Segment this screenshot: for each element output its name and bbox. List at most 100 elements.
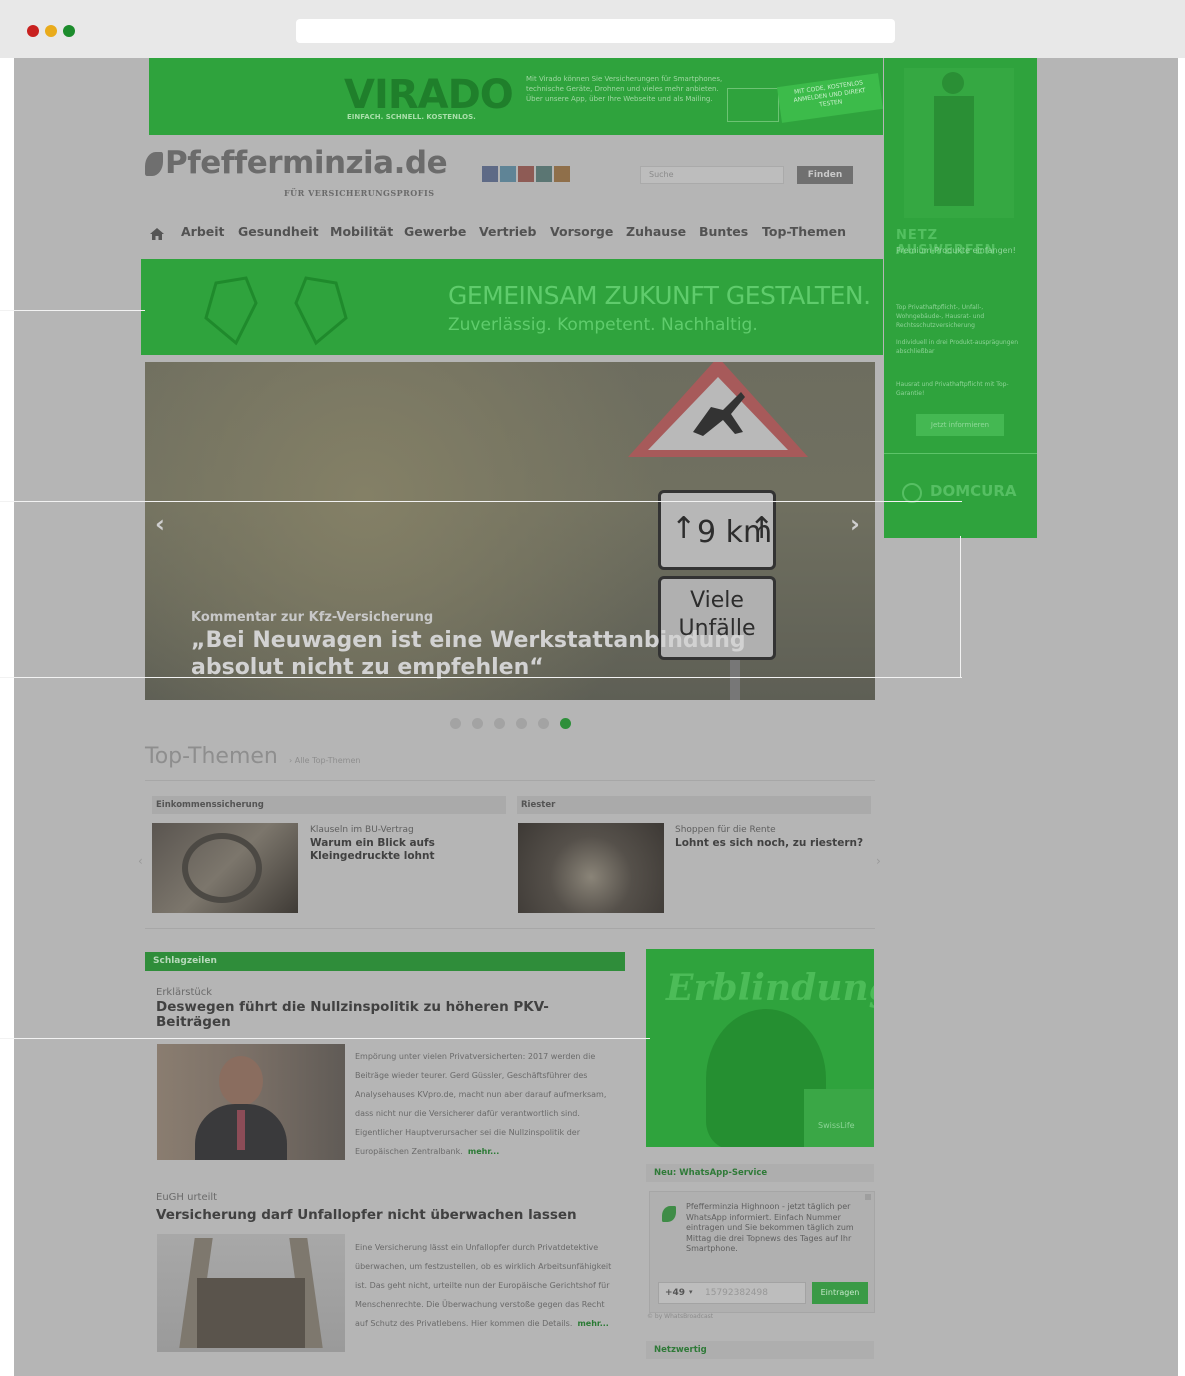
swisslife-logo: SwissLife <box>818 1121 855 1130</box>
topic-category-1[interactable]: Einkommenssicherung <box>152 796 506 814</box>
article-more-1[interactable]: mehr... <box>468 1147 499 1156</box>
annotation-line-2 <box>0 501 962 502</box>
topic-title-2[interactable]: Lohnt es sich noch, zu riestern? <box>675 837 875 850</box>
nav-gewerbe[interactable]: Gewerbe <box>404 224 466 239</box>
slider-dot-4[interactable] <box>516 718 527 729</box>
address-bar[interactable] <box>296 19 895 43</box>
side-ad-line-2: Individuell in drei Produkt-ausprägungen… <box>896 339 1018 355</box>
close-icon[interactable] <box>865 1194 871 1200</box>
side-ad-line-3: Hausrat und Privathaftpflicht mit Top-Ga… <box>896 381 1009 397</box>
virado-text: Mit Virado können Sie Versicherungen für… <box>526 75 723 103</box>
nav-vorsorge[interactable]: Vorsorge <box>550 224 613 239</box>
close-window-button[interactable] <box>27 25 39 37</box>
netzwertig-title: Netzwertig <box>646 1341 874 1359</box>
hero-kicker: Kommentar zur Kfz-Versicherung <box>191 610 434 625</box>
top-themen-title: Top-Themen <box>145 744 278 769</box>
ad-photo <box>904 68 1014 218</box>
article-text-2-body: Eine Versicherung lässt ein Unfallopfer … <box>355 1243 612 1328</box>
browser-chrome <box>0 0 1185 58</box>
search-button[interactable]: Finden <box>797 166 853 184</box>
wide-ad-subtitle: Zuverlässig. Kompetent. Nachhaltig. <box>448 315 758 335</box>
article-image-1[interactable] <box>157 1044 345 1160</box>
up-arrow-left-icon: ↑ <box>671 511 697 546</box>
warning-sign-icon <box>628 362 808 457</box>
nav-mobilitaet[interactable]: Mobilität <box>330 224 393 239</box>
domcura-logo: DOMCURA <box>930 482 1017 500</box>
country-prefix[interactable]: +49 <box>665 1288 685 1298</box>
topic-title-1[interactable]: Warum ein Blick aufs Kleingedruckte lohn… <box>310 837 470 863</box>
hero-slider[interactable]: ↑ 9 km ↑ Viele Unfälle ‹ › Kommentar zur… <box>145 362 875 700</box>
whatsbroadcast-credit: © by WhatsBroadcast <box>647 1313 714 1320</box>
slider-dot-6-active[interactable] <box>560 718 571 729</box>
side-ad-line-1: Top Privathaftpflicht-, Unfall-, Wohngeb… <box>896 304 985 329</box>
side-skyscraper-ad[interactable]: NETZ AUSWERFEN Premium-Produkte einfange… <box>884 58 1037 538</box>
site-tagline: Für Versicherungsprofis <box>284 188 435 198</box>
slider-dot-5[interactable] <box>538 718 549 729</box>
whatsapp-text: Pfefferminzia Highnoon - jetzt täglich p… <box>686 1202 854 1253</box>
facebook-icon[interactable] <box>482 166 498 182</box>
topic-kicker-1: Klauseln im BU-Vertrag <box>310 825 414 835</box>
article-title-2[interactable]: Versicherung darf Unfallopfer nicht über… <box>156 1208 626 1223</box>
article-image-2[interactable] <box>157 1234 345 1352</box>
annotation-line-4 <box>0 677 962 678</box>
article-kicker-2: EuGH urteilt <box>156 1192 218 1203</box>
side-ad-button[interactable]: Jetzt informieren <box>916 414 1004 436</box>
chevron-down-icon[interactable]: ▾ <box>689 1288 693 1296</box>
up-arrow-right-icon: ↑ <box>749 511 775 546</box>
dimmed-page: VIRADO EINFACH. SCHNELL. KOSTENLOS. Mit … <box>14 58 1178 1376</box>
xing-icon[interactable] <box>536 166 552 182</box>
wide-ad-title: GEMEINSAM ZUKUNFT GESTALTEN. <box>448 281 871 310</box>
laptop-icon <box>727 88 779 122</box>
eintragen-button[interactable]: Eintragen <box>812 1282 868 1304</box>
slider-next-icon[interactable]: › <box>850 510 860 538</box>
googleplus-icon[interactable] <box>518 166 534 182</box>
distance-sign: ↑ 9 km ↑ <box>658 490 776 570</box>
domcura-icon <box>902 483 922 503</box>
annotation-line-1 <box>0 310 145 311</box>
hero-title[interactable]: „Bei Neuwagen ist eine Werkstattanbindun… <box>191 627 831 681</box>
slider-dot-1[interactable] <box>450 718 461 729</box>
wide-banner-ad[interactable]: GEMEINSAM ZUKUNFT GESTALTEN. Zuverlässig… <box>141 259 883 355</box>
top-themen-next-icon[interactable]: › <box>876 854 881 868</box>
topic-image-2[interactable] <box>518 823 664 913</box>
slider-dot-2[interactable] <box>472 718 483 729</box>
leaf-icon <box>145 152 163 176</box>
article-text-1-body: Empörung unter vielen Privatversicherten… <box>355 1052 607 1156</box>
article-title-1[interactable]: Deswegen führt die Nullzinspolitik zu hö… <box>156 1000 616 1030</box>
nav-arbeit[interactable]: Arbeit <box>181 224 225 239</box>
top-themen-link[interactable]: › Alle Top-Themen <box>289 756 360 765</box>
slider-prev-icon[interactable]: ‹ <box>155 510 165 538</box>
box-ad-title: Erblindung. <box>666 967 874 1009</box>
minimize-window-button[interactable] <box>45 25 57 37</box>
nav-buntes[interactable]: Buntes <box>699 224 748 239</box>
search-input[interactable]: Suche <box>640 166 784 184</box>
box-ad[interactable]: Erblindung. SwissLife <box>646 949 874 1147</box>
virado-badge: MIT CODE, KOSTENLOS ANMELDEN UND DIREKT … <box>776 73 884 123</box>
home-icon[interactable] <box>150 225 164 240</box>
top-themen-prev-icon[interactable]: ‹ <box>138 854 143 868</box>
side-ad-sub: Premium-Produkte einfangen! <box>896 246 1016 255</box>
article-more-2[interactable]: mehr... <box>577 1319 608 1328</box>
whatsapp-box: Pfefferminzia Highnoon - jetzt täglich p… <box>649 1191 875 1313</box>
top-banner-ad[interactable]: VIRADO EINFACH. SCHNELL. KOSTENLOS. Mit … <box>149 58 884 135</box>
article-text-2: Eine Versicherung lässt ein Unfallopfer … <box>355 1235 615 1330</box>
site-logo[interactable]: Pfefferminzia.de <box>165 145 448 181</box>
topic-image-1[interactable] <box>152 823 298 913</box>
topic-category-2[interactable]: Riester <box>517 796 871 814</box>
twitter-icon[interactable] <box>500 166 516 182</box>
phone-placeholder: 15792382498 <box>705 1288 768 1298</box>
article-kicker-1: Erklärstück <box>156 987 212 998</box>
nav-gesundheit[interactable]: Gesundheit <box>238 224 319 239</box>
virado-logo: VIRADO <box>344 72 514 118</box>
maximize-window-button[interactable] <box>63 25 75 37</box>
slider-dot-3[interactable] <box>494 718 505 729</box>
rss-icon[interactable] <box>554 166 570 182</box>
nav-vertrieb[interactable]: Vertrieb <box>479 224 536 239</box>
annotation-line-3 <box>960 536 961 678</box>
phone-input[interactable]: +49 ▾ 15792382498 <box>658 1282 806 1304</box>
nav-top-themen[interactable]: Top-Themen <box>762 224 846 239</box>
schlagzeilen-label: Schlagzeilen <box>145 952 625 971</box>
heart-logo-icon <box>204 276 348 346</box>
topic-kicker-2: Shoppen für die Rente <box>675 825 776 835</box>
nav-zuhause[interactable]: Zuhause <box>626 224 686 239</box>
